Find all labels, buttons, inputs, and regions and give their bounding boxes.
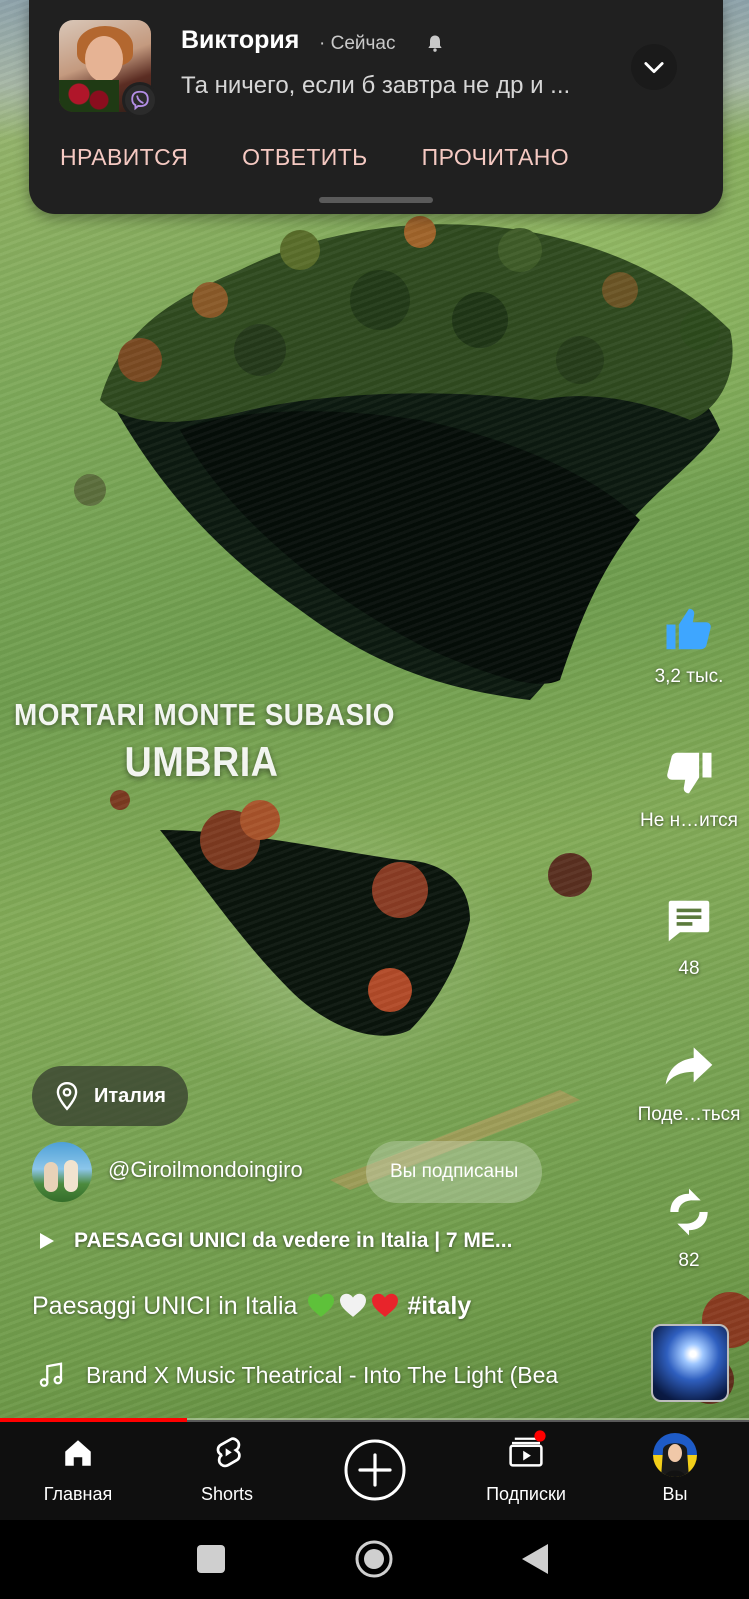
location-chip[interactable]: Италия: [32, 1066, 188, 1126]
remix-count: 82: [678, 1250, 700, 1271]
back-icon[interactable]: [522, 1544, 548, 1574]
nav-home-label: Главная: [43, 1484, 113, 1504]
channel-name[interactable]: @Giroilmondoingiro: [108, 1157, 303, 1183]
like-message-button[interactable]: НРАВИТСЯ: [60, 144, 188, 171]
thumbs-down-icon: [667, 752, 712, 794]
home-icon: [65, 1440, 91, 1466]
mark-read-button[interactable]: ПРОЧИТАНО: [422, 144, 569, 171]
profile-avatar: [653, 1433, 697, 1477]
reply-button[interactable]: ОТВЕТИТЬ: [242, 144, 368, 171]
home-circle-icon[interactable]: [355, 1540, 393, 1578]
notification-drag-handle[interactable]: [319, 197, 433, 203]
red-heart-icon: [370, 1292, 400, 1321]
thumbs-up-icon: [666, 608, 711, 650]
description-text: Paesaggi UNICI in Italia: [32, 1292, 298, 1320]
nav-shorts[interactable]: Shorts: [157, 1422, 297, 1520]
dislike-label: Не н…ится: [640, 810, 738, 831]
music-title: Brand X Music Theatrical - Into The Ligh…: [86, 1361, 559, 1388]
notification-actions: НРАВИТСЯ ОТВЕТИТЬ ПРОЧИТАНО: [60, 144, 569, 171]
add-icon: [344, 1439, 406, 1501]
green-heart-icon: [306, 1292, 336, 1321]
notification-sender: Виктория: [181, 26, 300, 54]
recents-icon[interactable]: [197, 1545, 225, 1573]
nav-subscriptions-label: Подписки: [486, 1484, 566, 1504]
dislike-button[interactable]: Не н…ится: [629, 746, 749, 832]
music-link[interactable]: Brand X Music Theatrical - Into The Ligh…: [36, 1360, 636, 1390]
notification-time: · Сейчас: [319, 33, 396, 54]
comments-count: 48: [678, 958, 700, 979]
bell-icon: [425, 33, 447, 55]
like-count: 3,2 тыс.: [654, 666, 724, 687]
music-note-icon: [39, 1362, 63, 1387]
hashtag-link[interactable]: #italy: [407, 1292, 471, 1320]
channel-avatar[interactable]: [32, 1142, 92, 1202]
system-nav-buttons: [197, 1540, 548, 1578]
related-video-link[interactable]: PAESAGGI UNICI da vedere in Italia | 7 M…: [38, 1229, 512, 1253]
remix-icon: [670, 1188, 708, 1236]
location-label: Италия: [94, 1084, 166, 1107]
share-label: Поде…ться: [637, 1104, 741, 1125]
white-heart-icon: [338, 1292, 368, 1321]
nav-home[interactable]: Главная: [8, 1422, 148, 1520]
notification-message: Та ничего, если б завтра не др и ...: [181, 72, 571, 99]
nav-shorts-label: Shorts: [200, 1484, 254, 1504]
video-overlay-title: MORTARI MONTE SUBASIO: [14, 697, 395, 732]
viber-icon: [122, 82, 158, 118]
share-icon: [665, 1047, 713, 1085]
nav-subscriptions[interactable]: Подписки: [456, 1422, 596, 1520]
video-overlay-subtitle: UMBRIA: [124, 738, 279, 785]
chevron-down-icon[interactable]: [631, 44, 677, 90]
comment-icon: [668, 900, 710, 942]
subscribed-button[interactable]: Вы подписаны: [366, 1141, 543, 1203]
music-thumbnail[interactable]: [651, 1324, 729, 1402]
nav-you[interactable]: Вы: [605, 1422, 745, 1520]
remix-button[interactable]: 82: [629, 1184, 749, 1272]
shorts-icon: [216, 1437, 241, 1468]
comments-button[interactable]: 48: [629, 894, 749, 980]
location-pin-icon: [56, 1081, 78, 1111]
play-icon: [40, 1233, 54, 1249]
share-button[interactable]: Поде…ться: [629, 1038, 749, 1126]
video-description: Paesaggi UNICI in Italia #italy: [32, 1292, 471, 1321]
viber-notification[interactable]: Виктория · Сейчас Та ничего, если б завт…: [29, 0, 723, 214]
system-navigation-bar: [0, 1520, 749, 1599]
like-button[interactable]: 3,2 тыс.: [629, 602, 749, 688]
bottom-navigation: Главная Shorts Подписки Вы: [0, 1422, 749, 1520]
subscriptions-icon: [509, 1430, 546, 1467]
related-video-title: PAESAGGI UNICI da vedere in Italia | 7 M…: [74, 1229, 513, 1252]
nav-create[interactable]: [305, 1422, 445, 1520]
nav-you-label: Вы: [662, 1484, 688, 1504]
